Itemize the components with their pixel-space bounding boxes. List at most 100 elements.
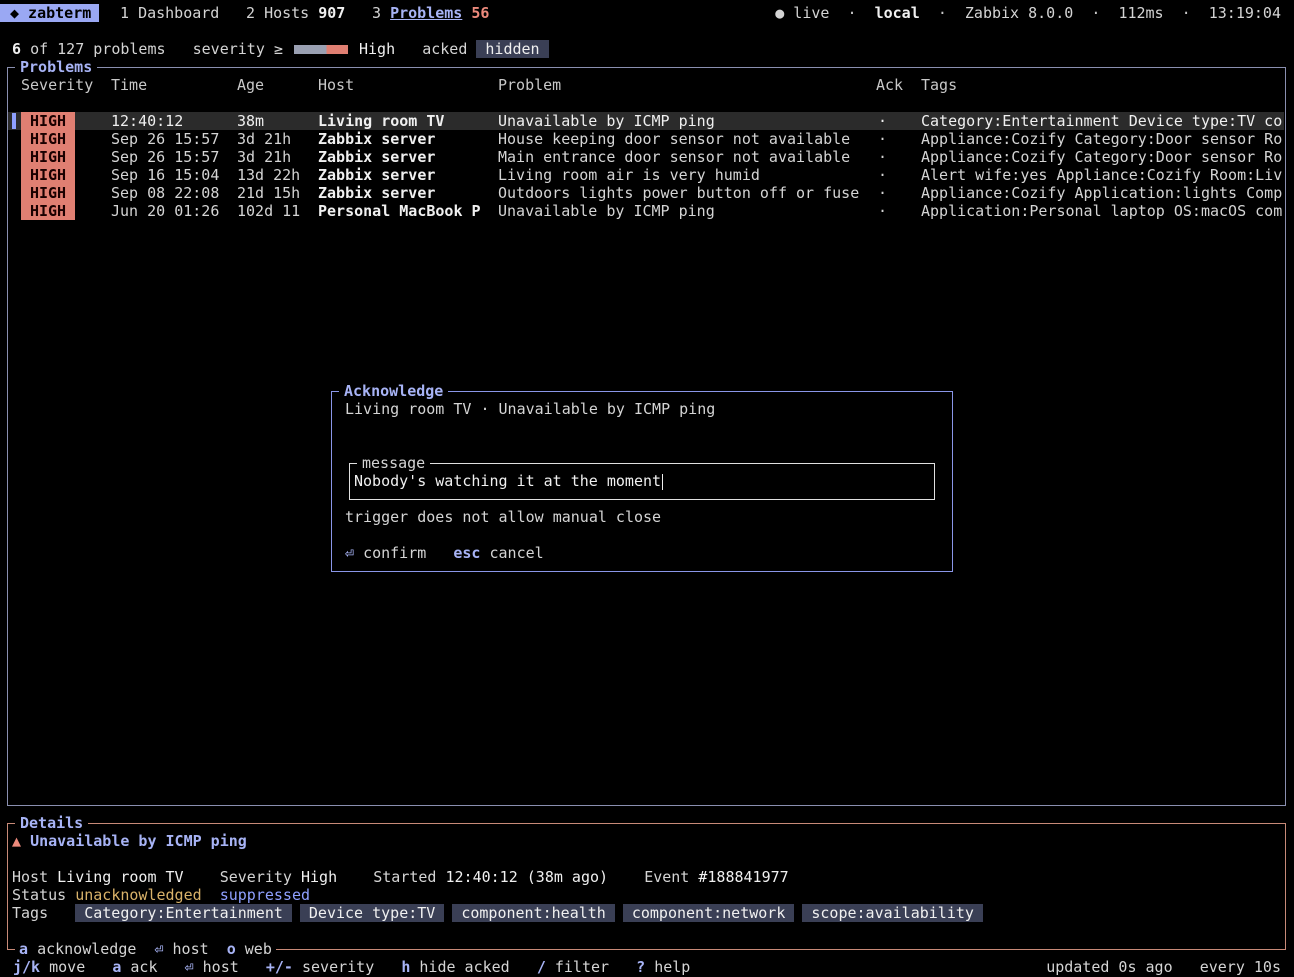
- cell-ack: ·: [878, 184, 888, 202]
- details-tag-list: Category:Entertainment Device type:TV comp…: [75, 904, 991, 922]
- status-sep: ·: [1181, 4, 1191, 22]
- tab-hosts-number: 2: [246, 4, 256, 22]
- message-field-label: message: [357, 454, 431, 472]
- table-row[interactable]: HIGH Sep 26 15:57 3d 21h Zabbix server House…: [8, 130, 1284, 148]
- tag-chip[interactable]: scope:availability: [802, 904, 983, 922]
- details-severity-label: Severity: [219, 868, 292, 886]
- status-sep: ·: [937, 4, 947, 22]
- cell-ack: ·: [878, 112, 888, 130]
- hint-key: /: [536, 958, 546, 976]
- hint-label[interactable]: help: [654, 958, 690, 976]
- cell-host: Zabbix server: [318, 166, 436, 184]
- cell-age: 21d 15h: [237, 184, 301, 202]
- tab-dashboard-number: 1: [120, 4, 130, 22]
- host-action[interactable]: host: [173, 940, 209, 958]
- col-time[interactable]: Time: [111, 76, 147, 94]
- table-row[interactable]: HIGH 12:40:12 38m Living room TV Unavailable…: [8, 112, 1284, 130]
- details-panel-title: Details: [15, 814, 89, 832]
- table-row[interactable]: HIGH Jun 20 01:26 102d 11 Personal MacBook …: [8, 202, 1284, 220]
- cell-tags: Application:Personal laptop OS:macOS com: [921, 202, 1282, 220]
- shown-count: 6: [12, 40, 22, 58]
- col-host[interactable]: Host: [318, 76, 354, 94]
- updated-ago: updated 0s ago: [1046, 958, 1173, 976]
- tab-hosts-label: Hosts: [264, 4, 310, 22]
- hint-label[interactable]: hide acked: [419, 958, 509, 976]
- cell-problem: Living room air is very humid: [498, 166, 760, 184]
- footer-hints: j/k move a ack ⏎ host +/- severity h hid…: [13, 958, 690, 976]
- status-sep: ·: [847, 4, 857, 22]
- confirm-button[interactable]: confirm: [363, 544, 426, 562]
- severity-filter-value[interactable]: High: [359, 40, 395, 58]
- cell-age: 38m: [237, 112, 265, 130]
- cell-ack: ·: [878, 166, 888, 184]
- hint-key: h: [401, 958, 411, 976]
- details-host[interactable]: Living room TV: [57, 868, 183, 886]
- cell-severity: HIGH: [21, 166, 75, 184]
- col-age[interactable]: Age: [237, 76, 264, 94]
- web-action[interactable]: web: [245, 940, 272, 958]
- cell-time: Sep 26 15:57: [111, 148, 220, 166]
- cell-severity: HIGH: [21, 130, 75, 148]
- cell-host: Living room TV: [318, 112, 445, 130]
- details-tags-line: Tags Category:Entertainment Device type:T…: [12, 904, 991, 922]
- footer-refresh: updated 0s ago every 10s: [1046, 958, 1281, 976]
- details-status-line: Status unacknowledged suppressed: [12, 886, 310, 904]
- details-event-id: #188841977: [698, 868, 789, 886]
- severity-slider[interactable]: [293, 45, 348, 54]
- table-row[interactable]: HIGH Sep 08 22:08 21d 15h Zabbix server Outd…: [8, 184, 1284, 202]
- table-row[interactable]: HIGH Sep 26 15:57 3d 21h Zabbix server Main …: [8, 148, 1284, 166]
- details-host-label: Host: [12, 868, 49, 886]
- acked-filter-toggle[interactable]: hidden: [476, 40, 549, 58]
- enter-icon: ⏎: [345, 544, 355, 562]
- tag-chip[interactable]: component:health: [452, 904, 615, 922]
- status-suppressed: suppressed: [219, 886, 311, 904]
- manual-close-warning: trigger does not allow manual close: [345, 508, 662, 526]
- cancel-button[interactable]: cancel: [490, 544, 544, 562]
- col-ack[interactable]: Ack: [876, 76, 903, 94]
- cell-age: 3d 21h: [237, 148, 292, 166]
- cell-host: Zabbix server: [318, 184, 436, 202]
- col-problem[interactable]: Problem: [498, 76, 561, 94]
- table-row[interactable]: HIGH Sep 16 15:04 13d 22h Zabbix server Livi…: [8, 166, 1284, 184]
- cell-host: Personal MacBook P: [318, 202, 481, 220]
- hint-key: j/k: [13, 958, 41, 976]
- cell-severity: HIGH: [21, 148, 75, 166]
- selection-marker: [12, 113, 16, 129]
- tab-dashboard-label: Dashboard: [138, 4, 220, 22]
- details-tags-label: Tags: [12, 904, 49, 922]
- cell-time: Sep 26 15:57: [111, 130, 220, 148]
- cell-severity: HIGH: [21, 184, 75, 202]
- acked-filter-label: acked: [422, 40, 468, 58]
- cell-problem: Unavailable by ICMP ping: [498, 202, 715, 220]
- hint-label[interactable]: host: [203, 958, 239, 976]
- hint-label[interactable]: severity: [302, 958, 374, 976]
- acknowledge-action[interactable]: acknowledge: [37, 940, 136, 958]
- tab-dashboard[interactable]: 1 Dashboard: [120, 4, 219, 22]
- status-sep: ·: [1091, 4, 1101, 22]
- message-input[interactable]: Nobody's watching it at the moment: [354, 472, 664, 490]
- tab-hosts[interactable]: 2 Hosts 907: [246, 4, 345, 22]
- details-info-line: Host Living room TV Severity High Starte…: [12, 868, 789, 886]
- col-tags[interactable]: Tags: [921, 76, 957, 94]
- cell-time: 12:40:12: [111, 112, 184, 130]
- refresh-interval: every 10s: [1199, 958, 1281, 976]
- tag-chip[interactable]: Category:Entertainment: [75, 904, 292, 922]
- col-severity[interactable]: Severity: [21, 76, 93, 94]
- details-heading: ▲ Unavailable by ICMP ping: [12, 832, 247, 850]
- hint-key: ⏎: [184, 958, 194, 976]
- cell-problem: House keeping door sensor not available: [498, 130, 851, 148]
- details-action-key: o: [226, 940, 236, 958]
- cell-problem: Unavailable by ICMP ping: [498, 112, 715, 130]
- hint-label[interactable]: move: [49, 958, 85, 976]
- tag-chip[interactable]: Device type:TV: [299, 904, 445, 922]
- hint-label[interactable]: ack: [130, 958, 157, 976]
- hint-key: ?: [636, 958, 646, 976]
- tab-problems[interactable]: 3 Problems 56: [372, 4, 489, 22]
- cell-time: Sep 16 15:04: [111, 166, 220, 184]
- hint-label[interactable]: filter: [555, 958, 609, 976]
- cell-host: Zabbix server: [318, 148, 436, 166]
- clock: 13:19:04: [1208, 4, 1281, 22]
- tag-chip[interactable]: component:network: [622, 904, 795, 922]
- details-event-label: Event: [644, 868, 690, 886]
- problems-panel-title: Problems: [15, 58, 98, 76]
